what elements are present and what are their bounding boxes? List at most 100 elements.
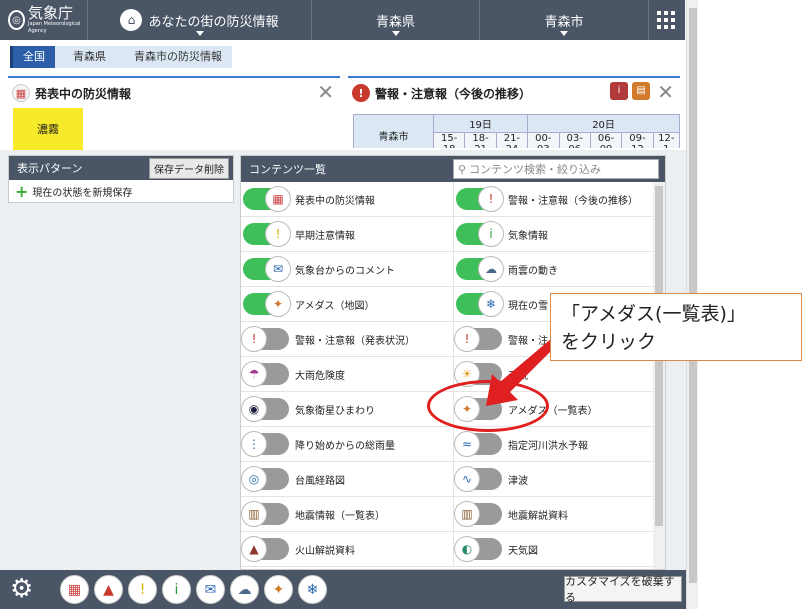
info-icon[interactable]: i bbox=[610, 82, 628, 100]
close-icon[interactable]: ✕ bbox=[657, 82, 674, 102]
nav-city-label: 青森市 bbox=[544, 14, 584, 30]
content-item[interactable]: ✉ 気象台からのコメント bbox=[241, 252, 453, 287]
content-item-label: 指定河川洪水予報 bbox=[508, 440, 588, 452]
callout-line2: をクリック bbox=[561, 331, 657, 353]
amedas-map-icon[interactable]: ✦ bbox=[264, 575, 293, 604]
content-item[interactable]: ◎ 台風経路図 bbox=[241, 462, 453, 497]
rainfall-icon: ⋮ bbox=[241, 431, 267, 457]
content-item-label: 警報・注意報（発表状況） bbox=[295, 335, 415, 347]
content-item[interactable]: i 気象情報 bbox=[453, 217, 655, 252]
close-icon[interactable]: ✕ bbox=[317, 82, 334, 102]
content-item[interactable]: ! 早期注意情報 bbox=[241, 217, 453, 252]
content-toggle[interactable]: ☂ bbox=[241, 361, 289, 387]
content-toggle[interactable]: ▥ bbox=[241, 501, 289, 527]
content-item-label: 気象台からのコメント bbox=[295, 265, 395, 277]
gear-icon[interactable]: ⚙ bbox=[10, 576, 33, 602]
river-icon: ≈ bbox=[454, 431, 480, 457]
volcano-icon: ▲ bbox=[241, 536, 267, 562]
nav-local-disaster-info[interactable]: ⌂ あなたの街の防災情報 bbox=[88, 0, 312, 40]
content-toggle[interactable]: ! bbox=[241, 326, 289, 352]
content-toggle[interactable]: ▦ bbox=[243, 186, 291, 212]
delete-saved-data-button[interactable]: 保存データ削除 bbox=[149, 157, 229, 179]
content-toggle[interactable]: ! bbox=[243, 221, 291, 247]
content-toggle[interactable]: ◐ bbox=[454, 536, 502, 562]
content-item-label: 津波 bbox=[508, 475, 528, 487]
content-item-label: 雨雲の動き bbox=[508, 265, 558, 277]
content-item[interactable]: ⋮ 降り始めからの総雨量 bbox=[241, 427, 453, 462]
save-new-state-button[interactable]: + 現在の状態を新規保存 bbox=[9, 180, 233, 202]
content-item[interactable]: ! 警報・注意報（今後の推移） bbox=[453, 182, 655, 217]
fog-badge[interactable]: 濃霧 bbox=[13, 108, 83, 150]
plus-icon: + bbox=[15, 181, 29, 201]
bottom-bar: ⚙ ▦ ▲ ! i ✉ ☁ ✦ ❄ カスタマイズを破棄する bbox=[0, 570, 686, 609]
content-item[interactable]: ! 警報・注意報（発表状況） bbox=[241, 322, 453, 357]
tsunami-icon: ∿ bbox=[454, 466, 480, 492]
content-toggle[interactable]: ⋮ bbox=[241, 431, 289, 457]
content-item-label: 気象情報 bbox=[508, 230, 548, 242]
info-icon[interactable]: i bbox=[162, 575, 191, 604]
warning-icon[interactable]: ▲ bbox=[94, 575, 123, 604]
book-icon[interactable]: ▤ bbox=[632, 82, 650, 100]
content-toggle[interactable]: ✉ bbox=[243, 256, 291, 282]
logo-main-text: 気象庁 bbox=[28, 4, 74, 22]
caution-icon: ! bbox=[265, 221, 291, 247]
weather-map-icon: ◐ bbox=[454, 536, 480, 562]
content-list: ▦ 発表中の防災情報! 警報・注意報（今後の推移） ! 早期注意情報 i 気象情報 ✉ 気象台か… bbox=[241, 182, 655, 567]
nav-pref-label: 青森県 bbox=[375, 14, 415, 30]
satellite-icon: ◉ bbox=[241, 396, 267, 422]
menu-grid-icon[interactable] bbox=[649, 0, 683, 40]
content-item[interactable]: ☂ 大雨危険度 bbox=[241, 357, 453, 392]
content-item[interactable]: ☁ 雨雲の動き bbox=[453, 252, 655, 287]
content-toggle[interactable]: ◉ bbox=[241, 396, 289, 422]
content-toggle[interactable]: ! bbox=[456, 186, 504, 212]
content-toggle[interactable]: i bbox=[456, 221, 504, 247]
jma-logo[interactable]: ◎ 気象庁 Japan Meteorological Agency bbox=[0, 0, 88, 40]
content-item-label: 地震解説資料 bbox=[508, 510, 568, 522]
caution-icon[interactable]: ! bbox=[128, 575, 157, 604]
pane-title: コンテンツ一覧 bbox=[249, 163, 326, 176]
content-item-label: 警報・注意報（今後の推移） bbox=[508, 195, 638, 207]
hour-header: 09-12 bbox=[621, 132, 654, 148]
hour-header: 06-09 bbox=[589, 132, 623, 148]
discard-customization-button[interactable]: カスタマイズを破棄する bbox=[564, 575, 682, 604]
content-item-label: 天気図 bbox=[508, 545, 538, 557]
content-item[interactable]: ∿ 津波 bbox=[453, 462, 655, 497]
content-toggle[interactable]: ▲ bbox=[241, 536, 289, 562]
content-item[interactable]: ▲ 火山解説資料 bbox=[241, 532, 453, 567]
content-item[interactable]: ▥ 地震解説資料 bbox=[453, 497, 655, 532]
content-toggle[interactable]: ≈ bbox=[454, 431, 502, 457]
snow-icon: ❄ bbox=[478, 291, 504, 317]
hour-header: 15-18 bbox=[432, 132, 466, 148]
content-toggle[interactable]: ☁ bbox=[456, 256, 504, 282]
content-item-label: 台風経路図 bbox=[295, 475, 345, 487]
content-toggle[interactable]: ◎ bbox=[241, 466, 289, 492]
alert-grid-icon[interactable]: ▦ bbox=[60, 575, 89, 604]
chevron-down-icon bbox=[391, 31, 400, 36]
content-toggle[interactable]: ∿ bbox=[454, 466, 502, 492]
comment-icon[interactable]: ✉ bbox=[196, 575, 225, 604]
breadcrumb-item[interactable]: 全国 bbox=[10, 46, 55, 68]
content-item[interactable]: ▦ 発表中の防災情報 bbox=[241, 182, 453, 217]
pointer-arrow-icon bbox=[486, 338, 558, 406]
alert-grid-icon: ▦ bbox=[265, 186, 291, 212]
logo-sub-text: Japan Meteorological Agency bbox=[28, 21, 81, 34]
snow-icon[interactable]: ❄ bbox=[298, 575, 327, 604]
instruction-callout: 「アメダス(一覧表)」 をクリック bbox=[550, 293, 802, 361]
breadcrumb-item[interactable]: 青森県 bbox=[55, 46, 116, 68]
content-item[interactable]: ≈ 指定河川洪水予報 bbox=[453, 427, 655, 462]
rain-cloud-icon[interactable]: ☁ bbox=[230, 575, 259, 604]
content-toggle[interactable]: ▥ bbox=[454, 501, 502, 527]
content-item-label: 発表中の防災情報 bbox=[295, 195, 375, 207]
content-toggle[interactable]: ❄ bbox=[456, 291, 504, 317]
content-item-label: 現在の雪 bbox=[508, 300, 548, 312]
breadcrumb-item: 青森市の防災情報 bbox=[116, 46, 232, 68]
content-item[interactable]: ◐ 天気図 bbox=[453, 532, 655, 567]
nav-prefecture[interactable]: 青森県 bbox=[312, 0, 480, 40]
content-list-scrollbar[interactable] bbox=[653, 182, 665, 569]
content-search-input[interactable]: ⚲ コンテンツ検索・絞り込み bbox=[453, 159, 659, 179]
content-item[interactable]: ▥ 地震情報（一覧表） bbox=[241, 497, 453, 532]
nav-city[interactable]: 青森市 bbox=[480, 0, 649, 40]
content-toggle[interactable]: ✦ bbox=[243, 291, 291, 317]
content-item[interactable]: ◉ 気象衛星ひまわり bbox=[241, 392, 453, 427]
content-item[interactable]: ✦ アメダス（地図） bbox=[241, 287, 453, 322]
